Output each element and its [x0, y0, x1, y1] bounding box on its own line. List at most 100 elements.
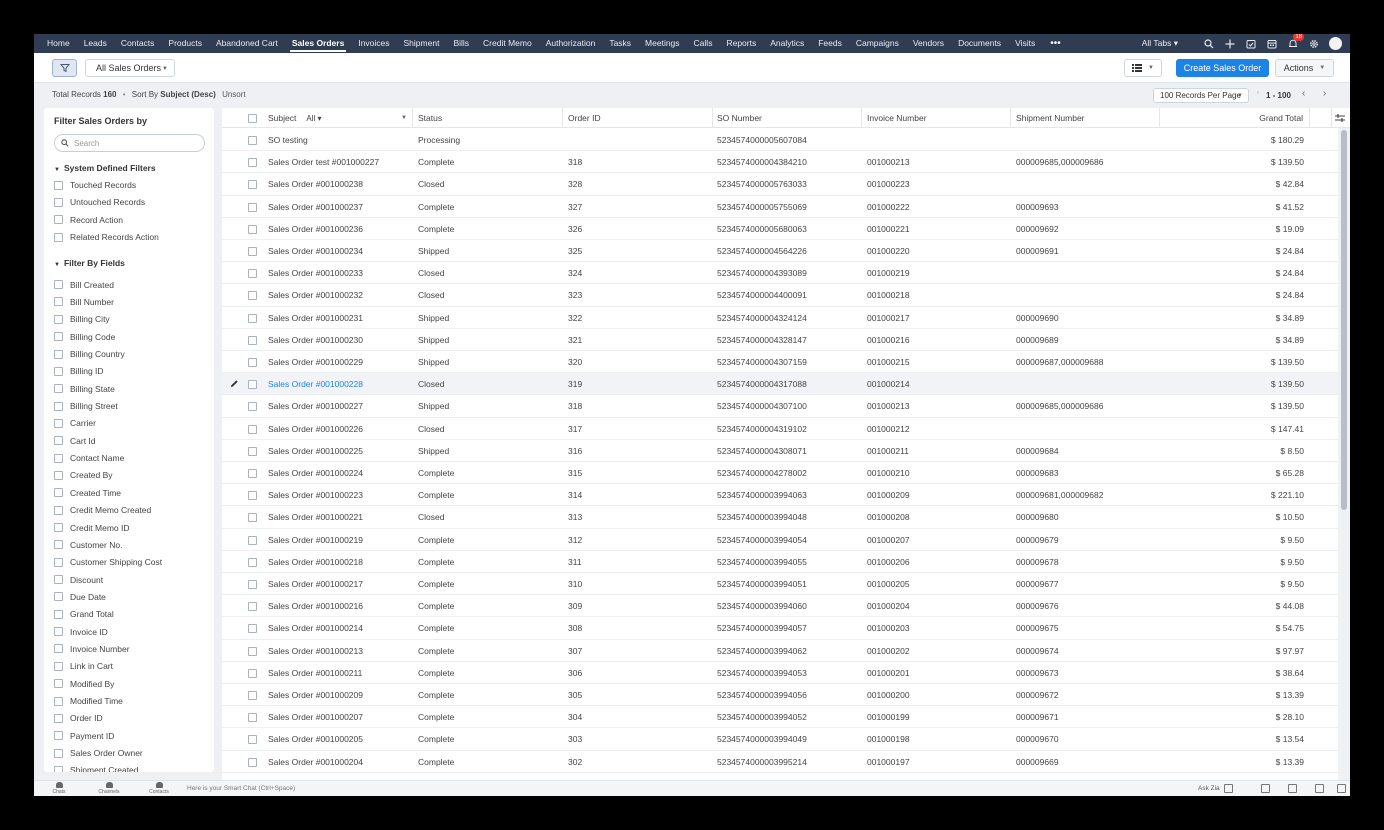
filter-search-input[interactable]	[74, 138, 194, 148]
row-checkbox[interactable]	[248, 335, 257, 345]
row-checkbox[interactable]	[248, 158, 257, 168]
row-checkbox[interactable]	[248, 180, 257, 190]
subject-filter-dropdown[interactable]: All ▾	[306, 114, 321, 123]
column-header-status[interactable]: Status	[413, 108, 563, 128]
filter-checkbox[interactable]	[54, 627, 63, 637]
row-checkbox[interactable]	[248, 402, 257, 412]
table-row[interactable]: Sales Order #001000211 Complete 306 5234574…	[222, 662, 1340, 684]
table-row[interactable]: Sales Order #001000231 Shipped 322 52345740…	[222, 307, 1340, 329]
download-icon[interactable]	[1288, 784, 1297, 793]
row-checkbox[interactable]	[248, 624, 257, 634]
nav-tab-home[interactable]: Home	[40, 34, 77, 53]
smart-chat-input[interactable]: Here is your Smart Chat (Ctrl+Space)	[187, 785, 295, 792]
select-all-checkbox[interactable]	[248, 114, 257, 123]
row-checkbox[interactable]	[248, 202, 257, 212]
filter-checkbox[interactable]	[54, 280, 63, 290]
cell-subject[interactable]: Sales Order #001000224	[268, 462, 408, 484]
cell-subject[interactable]: Sales Order #001000217	[268, 573, 408, 595]
cell-subject[interactable]: Sales Order #001000207	[268, 706, 408, 728]
channels-button[interactable]: Channels	[94, 782, 124, 796]
more-tabs-icon[interactable]: •••	[1042, 38, 1069, 49]
cell-subject[interactable]: Sales Order #001000221	[268, 506, 408, 528]
table-row[interactable]: Sales Order test #001000227 Complete 318 52…	[222, 151, 1340, 174]
nav-tab-feeds[interactable]: Feeds	[811, 34, 849, 53]
filter-checkbox[interactable]	[54, 748, 63, 758]
all-tabs-dropdown[interactable]: All Tabs ▾	[1142, 38, 1178, 49]
filter-touched-records[interactable]: Touched Records	[54, 178, 136, 192]
filter-credit-memo-created[interactable]: Credit Memo Created	[54, 503, 151, 517]
filter-checkbox[interactable]	[54, 679, 63, 689]
filter-checkbox[interactable]	[54, 349, 63, 359]
table-row[interactable]: Sales Order #001000223 Complete 314 5234574…	[222, 484, 1340, 507]
filter-sales-order-owner[interactable]: Sales Order Owner	[54, 746, 143, 760]
cell-subject[interactable]: Sales Order #001000229	[268, 351, 408, 373]
nav-tab-leads[interactable]: Leads	[77, 34, 114, 53]
cell-subject[interactable]: Sales Order #001000218	[268, 551, 408, 573]
row-checkbox[interactable]	[248, 691, 257, 700]
table-row[interactable]: Sales Order #001000214 Complete 308 5234574…	[222, 617, 1340, 640]
cell-subject[interactable]: Sales Order #001000227	[268, 395, 408, 417]
document-icon[interactable]	[1261, 784, 1270, 793]
filter-customer-shipping-cost[interactable]: Customer Shipping Cost	[54, 555, 162, 569]
table-row[interactable]: Sales Order #001000218 Complete 311 5234574…	[222, 551, 1340, 573]
table-row[interactable]: Sales Order #001000233 Closed 324 523457400…	[222, 262, 1340, 285]
cell-subject[interactable]: Sales Order test #001000227	[268, 151, 408, 173]
filter-by-fields-group[interactable]: ▼ Filter By Fields	[54, 258, 125, 268]
translate-icon[interactable]	[1224, 784, 1233, 793]
next-page-icon[interactable]: ›	[1323, 88, 1326, 99]
row-checkbox[interactable]	[248, 513, 257, 523]
cell-subject[interactable]: Sales Order #001000226	[268, 418, 408, 440]
table-row[interactable]: Sales Order #001000224 Complete 315 5234574…	[222, 462, 1340, 485]
filter-checkbox[interactable]	[54, 332, 63, 342]
table-row[interactable]: Sales Order #001000209 Complete 305 5234574…	[222, 684, 1340, 707]
filter-checkbox[interactable]	[54, 232, 63, 242]
edit-pencil-icon[interactable]	[230, 379, 239, 388]
ask-zia-button[interactable]: Ask Zia	[1198, 785, 1220, 792]
cell-subject[interactable]: Sales Order #001000230	[268, 329, 408, 351]
nav-tab-sales-orders[interactable]: Sales Orders	[285, 34, 351, 53]
column-header-so-number[interactable]: SO Number	[712, 108, 862, 128]
filter-checkbox[interactable]	[54, 384, 63, 394]
filter-checkbox[interactable]	[54, 575, 63, 585]
table-row[interactable]: Sales Order #001000230 Shipped 321 52345740…	[222, 329, 1340, 351]
nav-tab-vendors[interactable]: Vendors	[906, 34, 951, 53]
filter-modified-by[interactable]: Modified By	[54, 677, 114, 691]
filter-shipment-created[interactable]: Shipment Created	[54, 763, 139, 772]
previous-page-icon[interactable]: ‹	[1302, 88, 1305, 99]
filter-modified-time[interactable]: Modified Time	[54, 694, 123, 708]
filter-search-box[interactable]	[54, 134, 205, 152]
row-checkbox[interactable]	[248, 358, 257, 367]
search-icon[interactable]	[1203, 38, 1215, 50]
table-row[interactable]: Sales Order #001000228 Closed 319 523457400…	[222, 373, 1340, 396]
scrollbar-thumb[interactable]	[1341, 130, 1347, 510]
filter-bill-created[interactable]: Bill Created	[54, 278, 114, 292]
nav-tab-invoices[interactable]: Invoices	[351, 34, 396, 53]
row-checkbox[interactable]	[248, 446, 257, 456]
row-checkbox[interactable]	[248, 491, 257, 501]
filter-checkbox[interactable]	[54, 661, 63, 671]
user-avatar[interactable]	[1329, 37, 1342, 50]
calendar-icon[interactable]	[1266, 38, 1278, 50]
filter-checkbox[interactable]	[54, 592, 63, 602]
filter-created-time[interactable]: Created Time	[54, 486, 121, 500]
table-row[interactable]: Sales Order #001000237 Complete 327 5234574…	[222, 196, 1340, 218]
cell-subject[interactable]: Sales Order #001000209	[268, 684, 408, 706]
filter-related-records-action[interactable]: Related Records Action	[54, 230, 159, 244]
nav-tab-contacts[interactable]: Contacts	[114, 34, 162, 53]
filter-billing-id[interactable]: Billing ID	[54, 364, 104, 378]
column-header-invoice-number[interactable]: Invoice Number	[862, 108, 1011, 128]
unsort-link[interactable]: Unsort	[222, 90, 246, 99]
filter-toggle-button[interactable]	[52, 59, 77, 77]
filter-checkbox[interactable]	[54, 557, 63, 567]
row-checkbox[interactable]	[248, 136, 257, 145]
cell-subject[interactable]: Sales Order #001000238	[268, 173, 408, 195]
custom-view-dropdown[interactable]: All Sales Orders ▼	[85, 59, 175, 77]
filter-created-by[interactable]: Created By	[54, 468, 113, 482]
settings-gear-icon[interactable]	[1308, 38, 1320, 50]
vertical-scrollbar[interactable]	[1338, 128, 1350, 780]
filter-checkbox[interactable]	[54, 731, 63, 741]
nav-tab-tasks[interactable]: Tasks	[602, 34, 638, 53]
cell-subject[interactable]: Sales Order #001000216	[268, 595, 408, 617]
table-row[interactable]: Sales Order #001000229 Shipped 320 52345740…	[222, 351, 1340, 374]
filter-checkbox[interactable]	[54, 696, 63, 706]
